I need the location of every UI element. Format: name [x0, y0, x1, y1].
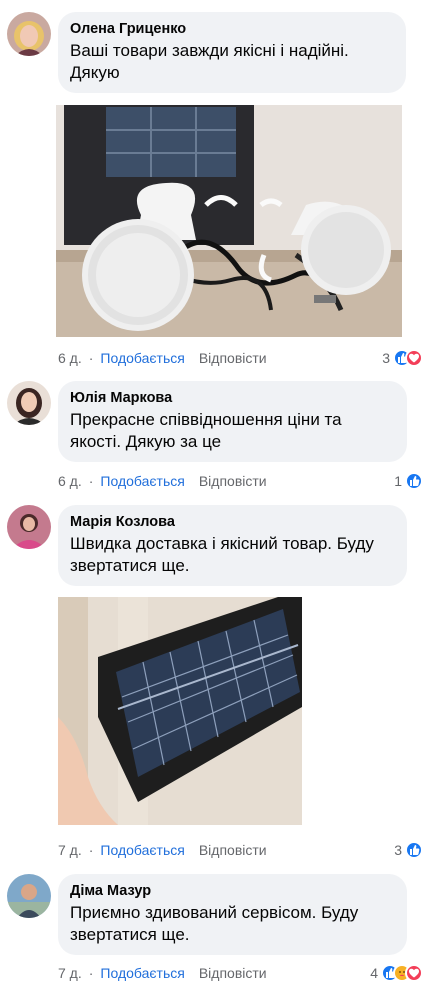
reaction-count: 3: [382, 350, 390, 366]
comment-age[interactable]: 6 д.: [58, 348, 82, 368]
comment-text: Швидка доставка і якісний товар. Буду зв…: [70, 534, 374, 575]
comment-text: Ваші товари завжди якісні і надійні. Дяк…: [70, 41, 349, 82]
like-icon: [405, 841, 423, 859]
comment-actions: 7 д. · Подобається Відповісти: [58, 840, 267, 860]
reaction-summary[interactable]: 3: [382, 348, 423, 368]
reply-button[interactable]: Відповісти: [199, 840, 267, 860]
separator-dot: ·: [88, 350, 94, 366]
separator-dot: ·: [88, 473, 94, 489]
reaction-summary[interactable]: 3: [394, 840, 423, 860]
comment-actions: 6 д. · Подобається Відповісти: [58, 471, 267, 491]
comment-bubble: Марія Козлова Швидка доставка і якісний …: [58, 505, 407, 586]
reaction-count: 1: [394, 473, 402, 489]
comment-bubble: Діма Мазур Приємно здивований сервісом. …: [58, 874, 407, 955]
like-icon: [405, 472, 423, 490]
love-icon: [405, 349, 423, 367]
reaction-count: 3: [394, 842, 402, 858]
comment-author[interactable]: Олена Гриценко: [70, 20, 394, 38]
comment-author[interactable]: Юлія Маркова: [70, 389, 395, 407]
reply-button[interactable]: Відповісти: [199, 348, 267, 368]
separator-dot: ·: [88, 842, 94, 858]
avatar[interactable]: [7, 12, 51, 56]
comment-bubble: Олена Гриценко Ваші товари завжди якісні…: [58, 12, 406, 93]
love-icon: [405, 964, 423, 982]
comment-actions: 7 д. · Подобається Відповісти: [58, 963, 267, 983]
avatar[interactable]: [7, 381, 51, 425]
comment-author[interactable]: Марія Козлова: [70, 513, 395, 531]
comment-bubble: Юлія Маркова Прекрасне співвідношення ці…: [58, 381, 407, 462]
like-button[interactable]: Подобається: [100, 963, 184, 983]
reply-button[interactable]: Відповісти: [199, 963, 267, 983]
comment-age[interactable]: 7 д.: [58, 963, 82, 983]
comment-author[interactable]: Діма Мазур: [70, 882, 395, 900]
comment-age[interactable]: 6 д.: [58, 471, 82, 491]
avatar[interactable]: [7, 505, 51, 549]
comment-photo[interactable]: [58, 597, 302, 825]
reaction-summary[interactable]: 4: [370, 963, 423, 983]
like-button[interactable]: Подобається: [100, 348, 184, 368]
avatar[interactable]: [7, 874, 51, 918]
reaction-summary[interactable]: 1: [394, 471, 423, 491]
reply-button[interactable]: Відповісти: [199, 471, 267, 491]
comment-text: Приємно здивований сервісом. Буду зверта…: [70, 903, 359, 944]
reaction-count: 4: [370, 965, 378, 981]
comment-text: Прекрасне співвідношення ціни та якості.…: [70, 410, 342, 451]
comment-photo[interactable]: [56, 105, 402, 337]
like-button[interactable]: Подобається: [100, 471, 184, 491]
separator-dot: ·: [88, 965, 94, 981]
comment-actions: 6 д. · Подобається Відповісти: [58, 348, 267, 368]
comment-age[interactable]: 7 д.: [58, 840, 82, 860]
like-button[interactable]: Подобається: [100, 840, 184, 860]
